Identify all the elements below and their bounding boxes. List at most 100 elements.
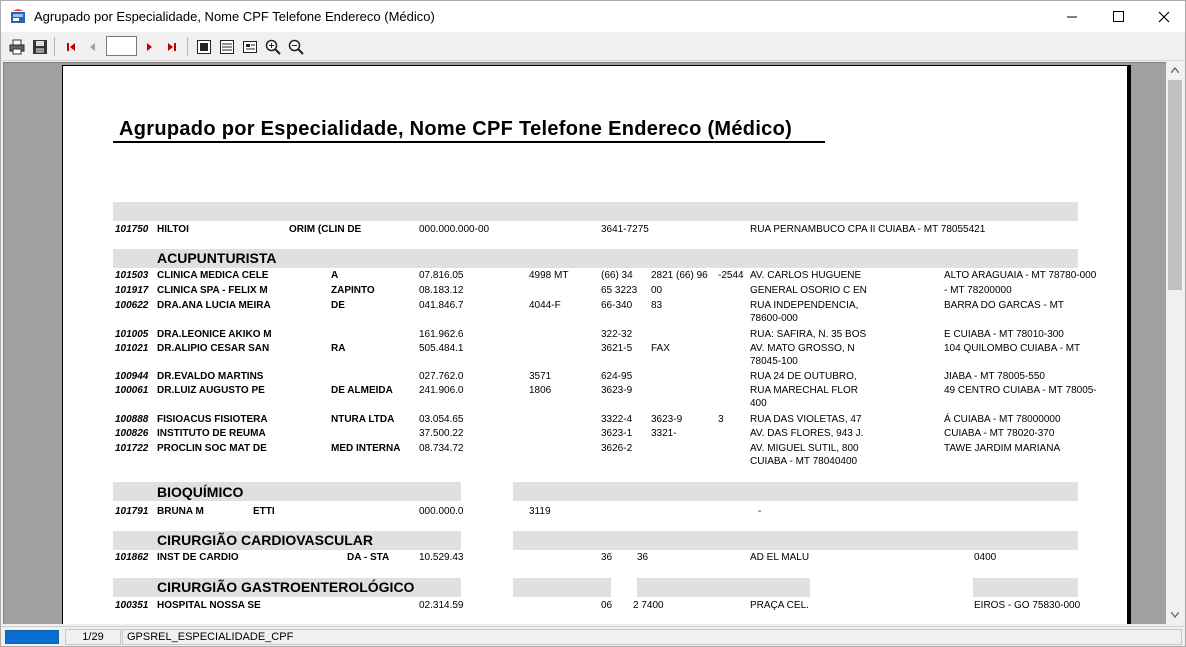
row-name-part: MED INTERNA <box>331 443 401 454</box>
group-title: CIRURGIÃO GASTROENTEROLÓGICO <box>157 579 415 595</box>
status-bar: 1/29 GPSREL_ESPECIALIDADE_CPF <box>1 626 1185 646</box>
scroll-up-icon[interactable] <box>1171 67 1179 73</box>
row-code: 100622 <box>115 300 149 311</box>
row-cpf: 08.734.72 <box>419 443 464 454</box>
whole-page-button[interactable] <box>194 37 213 56</box>
row-cpf: 07.816.05 <box>419 270 464 281</box>
row-phone-extra: 3 <box>718 414 724 425</box>
page-width-button[interactable] <box>217 37 236 56</box>
row-cpf: 02.314.59 <box>419 600 464 611</box>
group-title: ACUPUNTURISTA <box>157 250 277 266</box>
report-page: Agrupado por Especialidade, Nome CPF Tel… <box>62 65 1128 624</box>
row-name-part: ORIM (CLIN DE <box>289 224 362 235</box>
group-band <box>513 482 1078 501</box>
previous-page-icon <box>89 42 95 51</box>
row-phone-part: 83 <box>651 300 663 311</box>
save-button[interactable] <box>30 37 49 56</box>
close-button[interactable] <box>1141 1 1186 32</box>
row-code: 101750 <box>115 224 149 235</box>
close-icon <box>1158 11 1170 22</box>
row-crm: 3571 <box>529 371 552 382</box>
row-phone: 3623-9 <box>601 385 633 396</box>
row-cpf: 505.484.1 <box>419 343 464 354</box>
printer-icon <box>9 39 24 54</box>
row-address-part: 104 QUILOMBO CUIABA - MT <box>944 343 1081 354</box>
actual-size-icon <box>242 40 257 53</box>
window-title: Agrupado por Especialidade, Nome CPF Tel… <box>34 9 435 24</box>
row-code: 101005 <box>115 329 149 340</box>
row-code: 100061 <box>115 385 149 396</box>
row-code: 101021 <box>115 343 149 354</box>
row-name-part: NTURA LTDA <box>331 414 395 425</box>
row-address: AD EL MALU <box>750 552 810 563</box>
row-phone-part: 36 <box>637 552 649 563</box>
row-phone-extra: -2544 <box>718 270 744 281</box>
last-page-button[interactable] <box>162 37 181 56</box>
scroll-down-icon[interactable] <box>1171 612 1179 618</box>
row-code: 100826 <box>115 428 149 439</box>
group-band <box>973 578 1078 597</box>
app-icon <box>11 9 25 23</box>
row-phone: 36 <box>601 552 613 563</box>
row-phone: 3626-2 <box>601 443 633 454</box>
row-cpf: 161.962.6 <box>419 329 464 340</box>
row-name-part: DE ALMEIDA <box>331 385 393 396</box>
report-viewer[interactable]: Agrupado por Especialidade, Nome CPF Tel… <box>3 62 1166 624</box>
row-code: 101862 <box>115 552 149 563</box>
row-cpf: 027.762.0 <box>419 371 464 382</box>
row-address: RUA DAS VIOLETAS, 47 <box>750 414 862 425</box>
row-name: HILTOI <box>157 224 189 235</box>
row-name: HOSPITAL NOSSA SE <box>157 600 261 611</box>
title-bar: Agrupado por Especialidade, Nome CPF Tel… <box>1 1 1185 32</box>
scrollbar-thumb[interactable] <box>1168 80 1182 290</box>
row-address-part: 49 CENTRO CUIABA - MT 78005- <box>944 385 1097 396</box>
row-address: RUA PERNAMBUCO CPA II CUIABA - MT 780554… <box>750 224 986 235</box>
row-name-part: RA <box>331 343 346 354</box>
row-name: DR.EVALDO MARTINS <box>157 371 264 382</box>
row-crm: 1806 <box>529 385 552 396</box>
row-address: AV. MIGUEL SUTIL, 800 <box>750 443 859 454</box>
row-cpf: 041.846.7 <box>419 300 464 311</box>
zoom-in-button[interactable] <box>263 37 282 56</box>
row-phone: (66) 34 <box>601 270 633 281</box>
row-name: CLINICA SPA - FELIX M <box>157 285 268 296</box>
row-address: RUA MARECHAL FLOR <box>750 385 858 396</box>
row-name-part: DA - STA <box>347 552 390 563</box>
first-page-icon <box>66 42 75 51</box>
row-address-continued: 78045-100 <box>750 356 798 367</box>
row-address-part: E CUIABA - MT 78010-300 <box>944 329 1064 340</box>
row-address-part: EIROS - GO 75830-000 <box>974 600 1081 611</box>
row-phone: 3623-1 <box>601 428 633 439</box>
row-phone: 3641-7275 <box>601 224 649 235</box>
row-code: 101722 <box>115 443 149 454</box>
page-number-input[interactable] <box>106 36 137 56</box>
row-name: CLINICA MEDICA CELE <box>157 270 269 281</box>
minimize-button[interactable] <box>1049 1 1095 32</box>
row-name: DRA.ANA LUCIA MEIRA <box>157 300 271 311</box>
row-code: 100888 <box>115 414 149 425</box>
row-address: - <box>758 506 762 517</box>
last-page-icon <box>167 42 176 51</box>
next-page-button[interactable] <box>139 37 158 56</box>
vertical-scrollbar[interactable] <box>1166 62 1184 624</box>
row-phone-part: 3321- <box>651 428 677 439</box>
zoom-out-icon <box>288 39 304 55</box>
zoom-out-button[interactable] <box>286 37 305 56</box>
row-code: 101503 <box>115 270 149 281</box>
row-name: FISIOACUS FISIOTERA <box>157 414 268 425</box>
print-button[interactable] <box>7 37 26 56</box>
row-phone-part: 2821 (66) 96 <box>651 270 708 281</box>
previous-page-button[interactable] <box>83 37 102 56</box>
row-address-part: BARRA DO GARCAS - MT <box>944 300 1065 311</box>
row-address-part: - MT 78200000 <box>944 285 1012 296</box>
row-address: AV. DAS FLORES, 943 J. <box>750 428 864 439</box>
toolbar <box>1 32 1185 61</box>
actual-size-button[interactable] <box>240 37 259 56</box>
row-address: RUA: SAFIRA, N. 35 BOS <box>750 329 867 340</box>
row-name-part: DE <box>331 300 345 311</box>
first-page-button[interactable] <box>61 37 80 56</box>
maximize-button[interactable] <box>1095 1 1141 32</box>
row-crm: 4044-F <box>529 300 561 311</box>
next-page-icon <box>146 42 152 51</box>
whole-page-icon <box>196 39 211 54</box>
